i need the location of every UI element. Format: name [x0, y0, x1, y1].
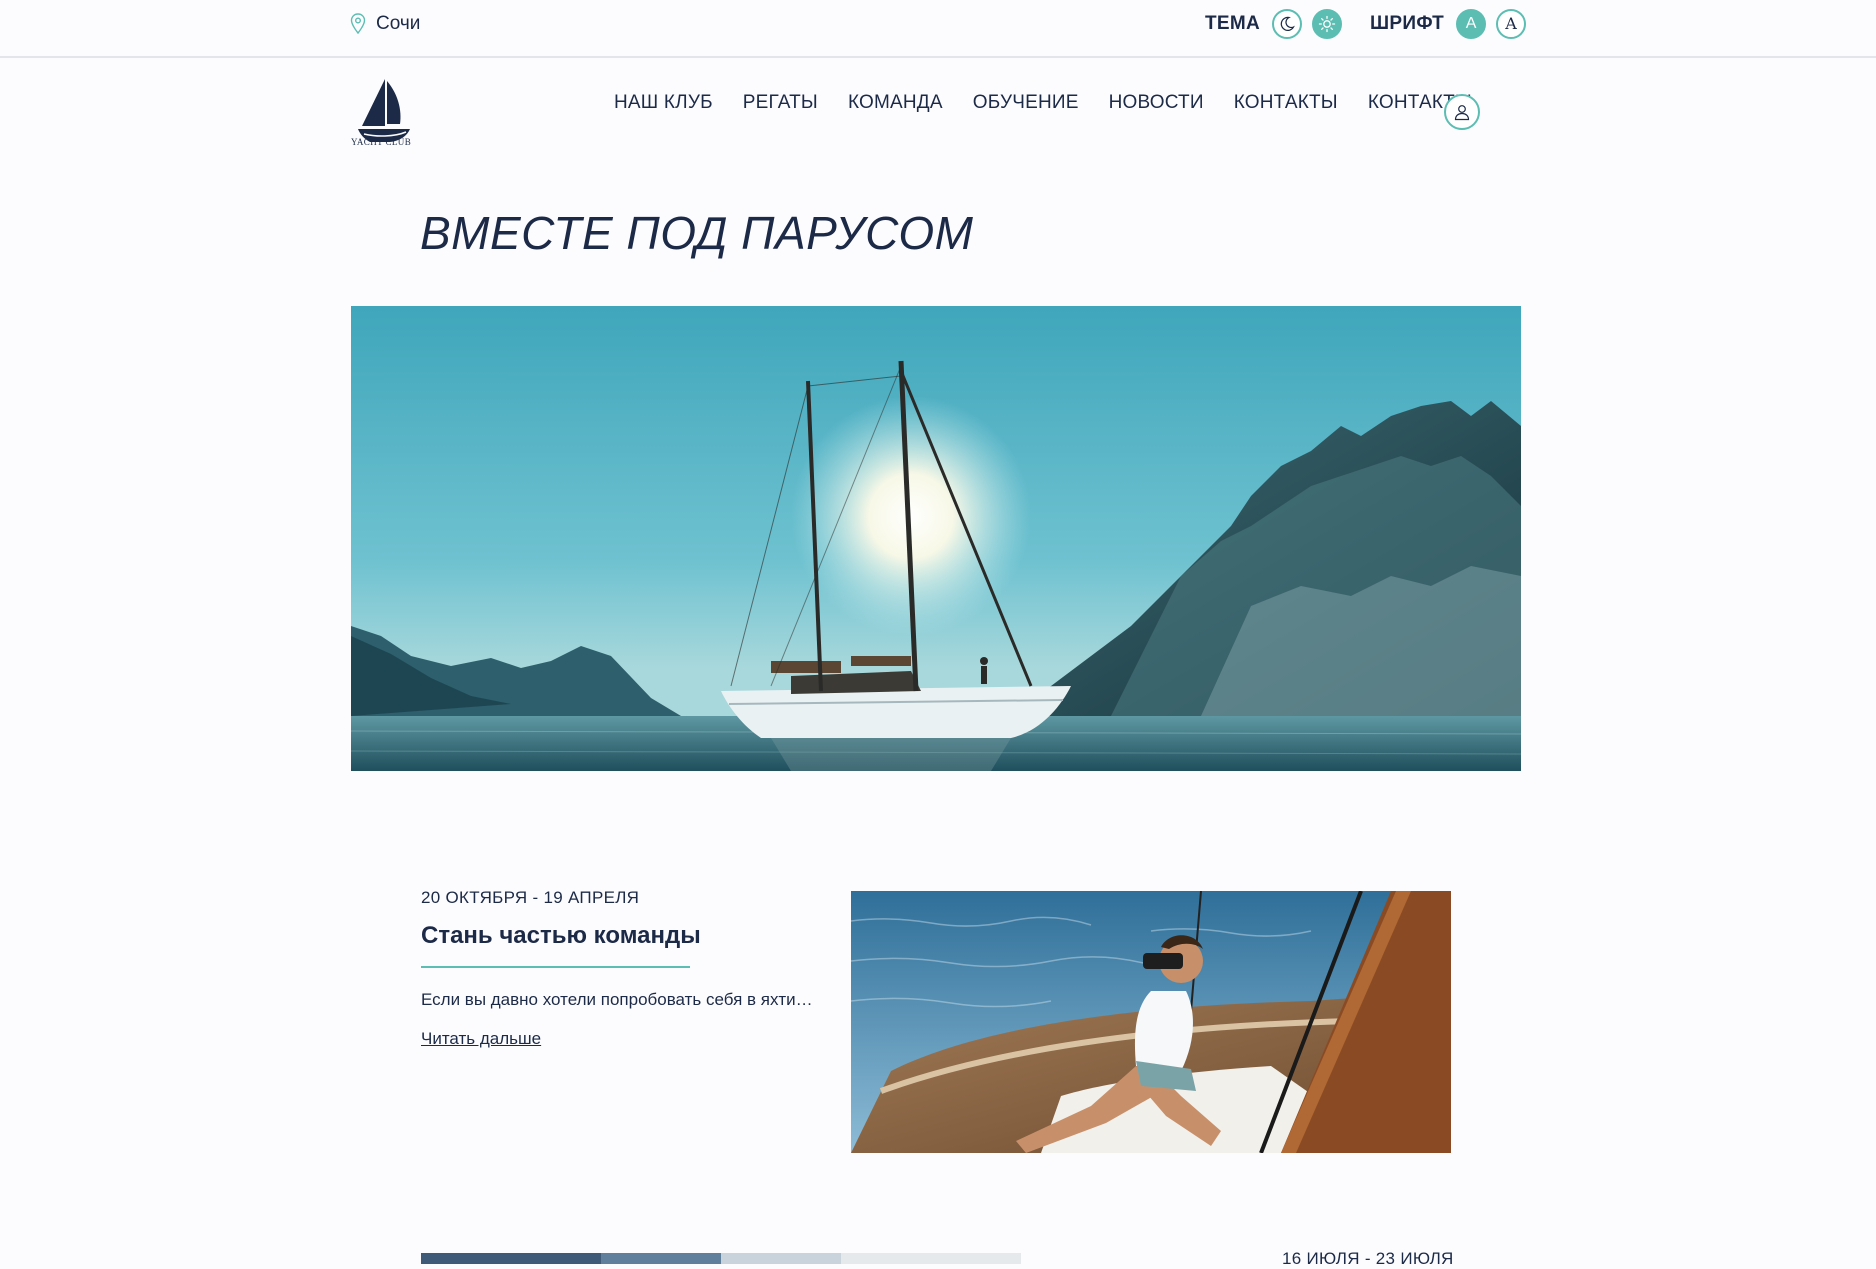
top-bar: Сочи ТЕМА ШРИФТ A A	[0, 0, 1876, 58]
font-switcher: ШРИФТ A A	[1370, 9, 1527, 39]
logo-text: YACHT CLUB	[351, 137, 412, 147]
card-date: 20 ОКТЯБРЯ - 19 АПРЕЛЯ	[421, 888, 640, 907]
main-nav: НАШ КЛУБ РЕГАТЫ КОМАНДА ОБУЧЕНИЕ НОВОСТИ…	[614, 92, 1472, 114]
card-excerpt: Если вы давно хотели попробовать себя в …	[421, 990, 817, 1009]
font-label: ШРИФТ	[1370, 13, 1445, 34]
theme-label: ТЕМА	[1205, 13, 1261, 34]
card-image	[851, 891, 1451, 1153]
nav-item-training[interactable]: ОБУЧЕНИЕ	[973, 92, 1079, 114]
user-icon	[1454, 105, 1470, 121]
light-theme-button[interactable]	[1312, 9, 1343, 39]
nav-item-news[interactable]: НОВОСТИ	[1109, 92, 1204, 114]
hero-title: ВМЕСТЕ ПОД ПАРУСОМ	[420, 207, 974, 259]
nav-item-regattas[interactable]: РЕГАТЫ	[743, 92, 818, 114]
location-label: Сочи	[376, 13, 421, 34]
font-serif-button[interactable]: A	[1496, 9, 1527, 39]
sun-icon	[1318, 15, 1336, 33]
nav-item-team[interactable]: КОМАНДА	[848, 92, 943, 114]
location-selector[interactable]: Сочи	[350, 13, 420, 35]
font-sans-button[interactable]: A	[1456, 9, 1487, 39]
nav-item-contacts[interactable]: КОНТАКТЫ	[1234, 92, 1338, 114]
moon-icon	[1280, 16, 1295, 31]
read-more-link[interactable]: Читать дальше	[421, 1029, 541, 1049]
map-pin-icon	[350, 13, 366, 35]
dark-theme-button[interactable]	[1272, 9, 1303, 39]
card-title[interactable]: Стань частью команды	[421, 922, 701, 950]
theme-switcher: ТЕМА	[1205, 9, 1343, 39]
next-card-image	[421, 1253, 1021, 1264]
hero-image	[351, 306, 1521, 771]
account-button[interactable]	[1444, 94, 1480, 130]
next-card-date: 16 ИЮЛЯ - 23 ИЮЛЯ	[1282, 1249, 1454, 1268]
nav-item-club[interactable]: НАШ КЛУБ	[614, 92, 713, 114]
card-divider	[421, 966, 690, 968]
